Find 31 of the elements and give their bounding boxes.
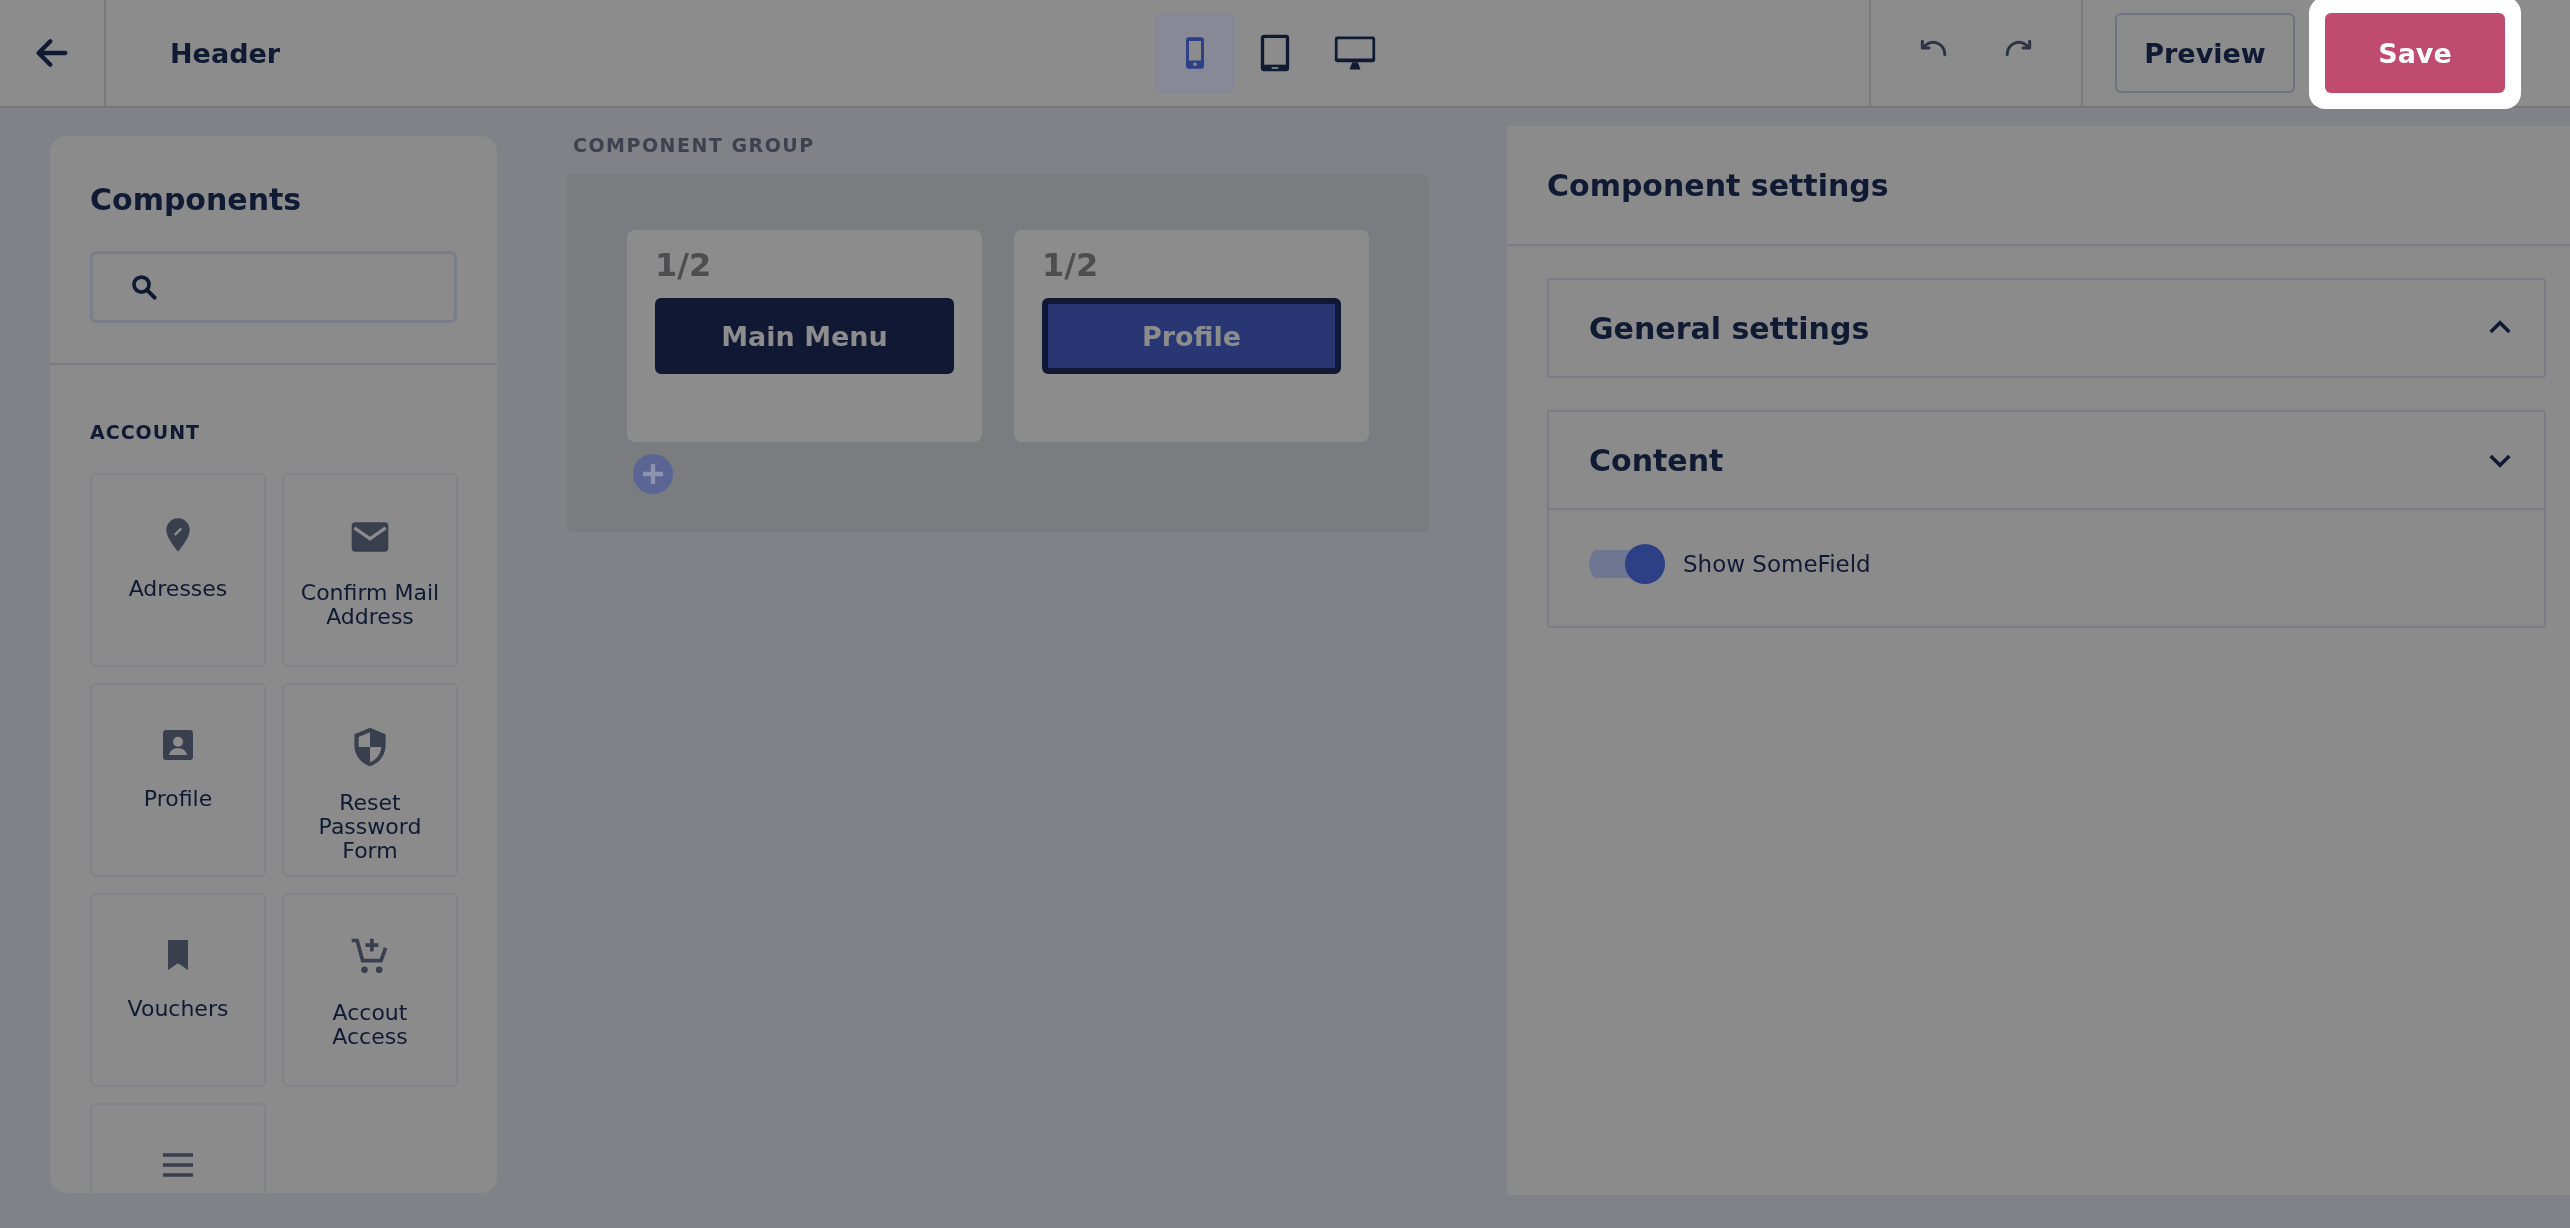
panel-title: Components — [90, 182, 303, 217]
tile-label: Confirm Mail Address — [299, 581, 441, 630]
section-title: Content — [1589, 442, 1724, 478]
accordion-header[interactable]: General settings — [1549, 280, 2544, 376]
section-title: General settings — [1589, 310, 1870, 346]
accordion-header[interactable]: Content — [1549, 412, 2544, 508]
toggle-label: Show SomeField — [1683, 551, 1871, 577]
component-block[interactable]: Profile — [1042, 298, 1341, 374]
search-icon — [129, 272, 159, 302]
search-field[interactable] — [90, 251, 457, 323]
tile-label: Reset Password Form — [317, 791, 423, 864]
component-tile[interactable]: Adresses — [90, 473, 266, 667]
section-heading: ACCOUNT — [90, 421, 202, 443]
component-tile[interactable]: Vouchers — [90, 893, 266, 1087]
panel-title: Component settings — [1547, 167, 1889, 203]
component-tile[interactable]: Confirm Mail Address — [282, 473, 458, 667]
group-label: COMPONENT GROUP — [573, 134, 816, 156]
component-tile[interactable]: Profile — [90, 683, 266, 877]
tile-label: Adresses — [128, 577, 228, 602]
column-width: 1/2 — [655, 246, 713, 284]
tile-label: Profile — [143, 787, 213, 812]
component-tile[interactable]: Reset Password Form — [282, 683, 458, 877]
page-title: Header — [170, 37, 282, 69]
preview-button[interactable]: Preview — [2115, 13, 2295, 93]
component-block[interactable]: Main Menu — [655, 298, 954, 374]
save-button[interactable]: Save — [2325, 13, 2505, 93]
column-width: 1/2 — [1042, 246, 1100, 284]
tile-label: Accout Access — [331, 1001, 409, 1050]
tile-label: Vouchers — [127, 997, 229, 1022]
component-tile[interactable]: Accout Access — [282, 893, 458, 1087]
phone-icon[interactable] — [1155, 13, 1235, 93]
